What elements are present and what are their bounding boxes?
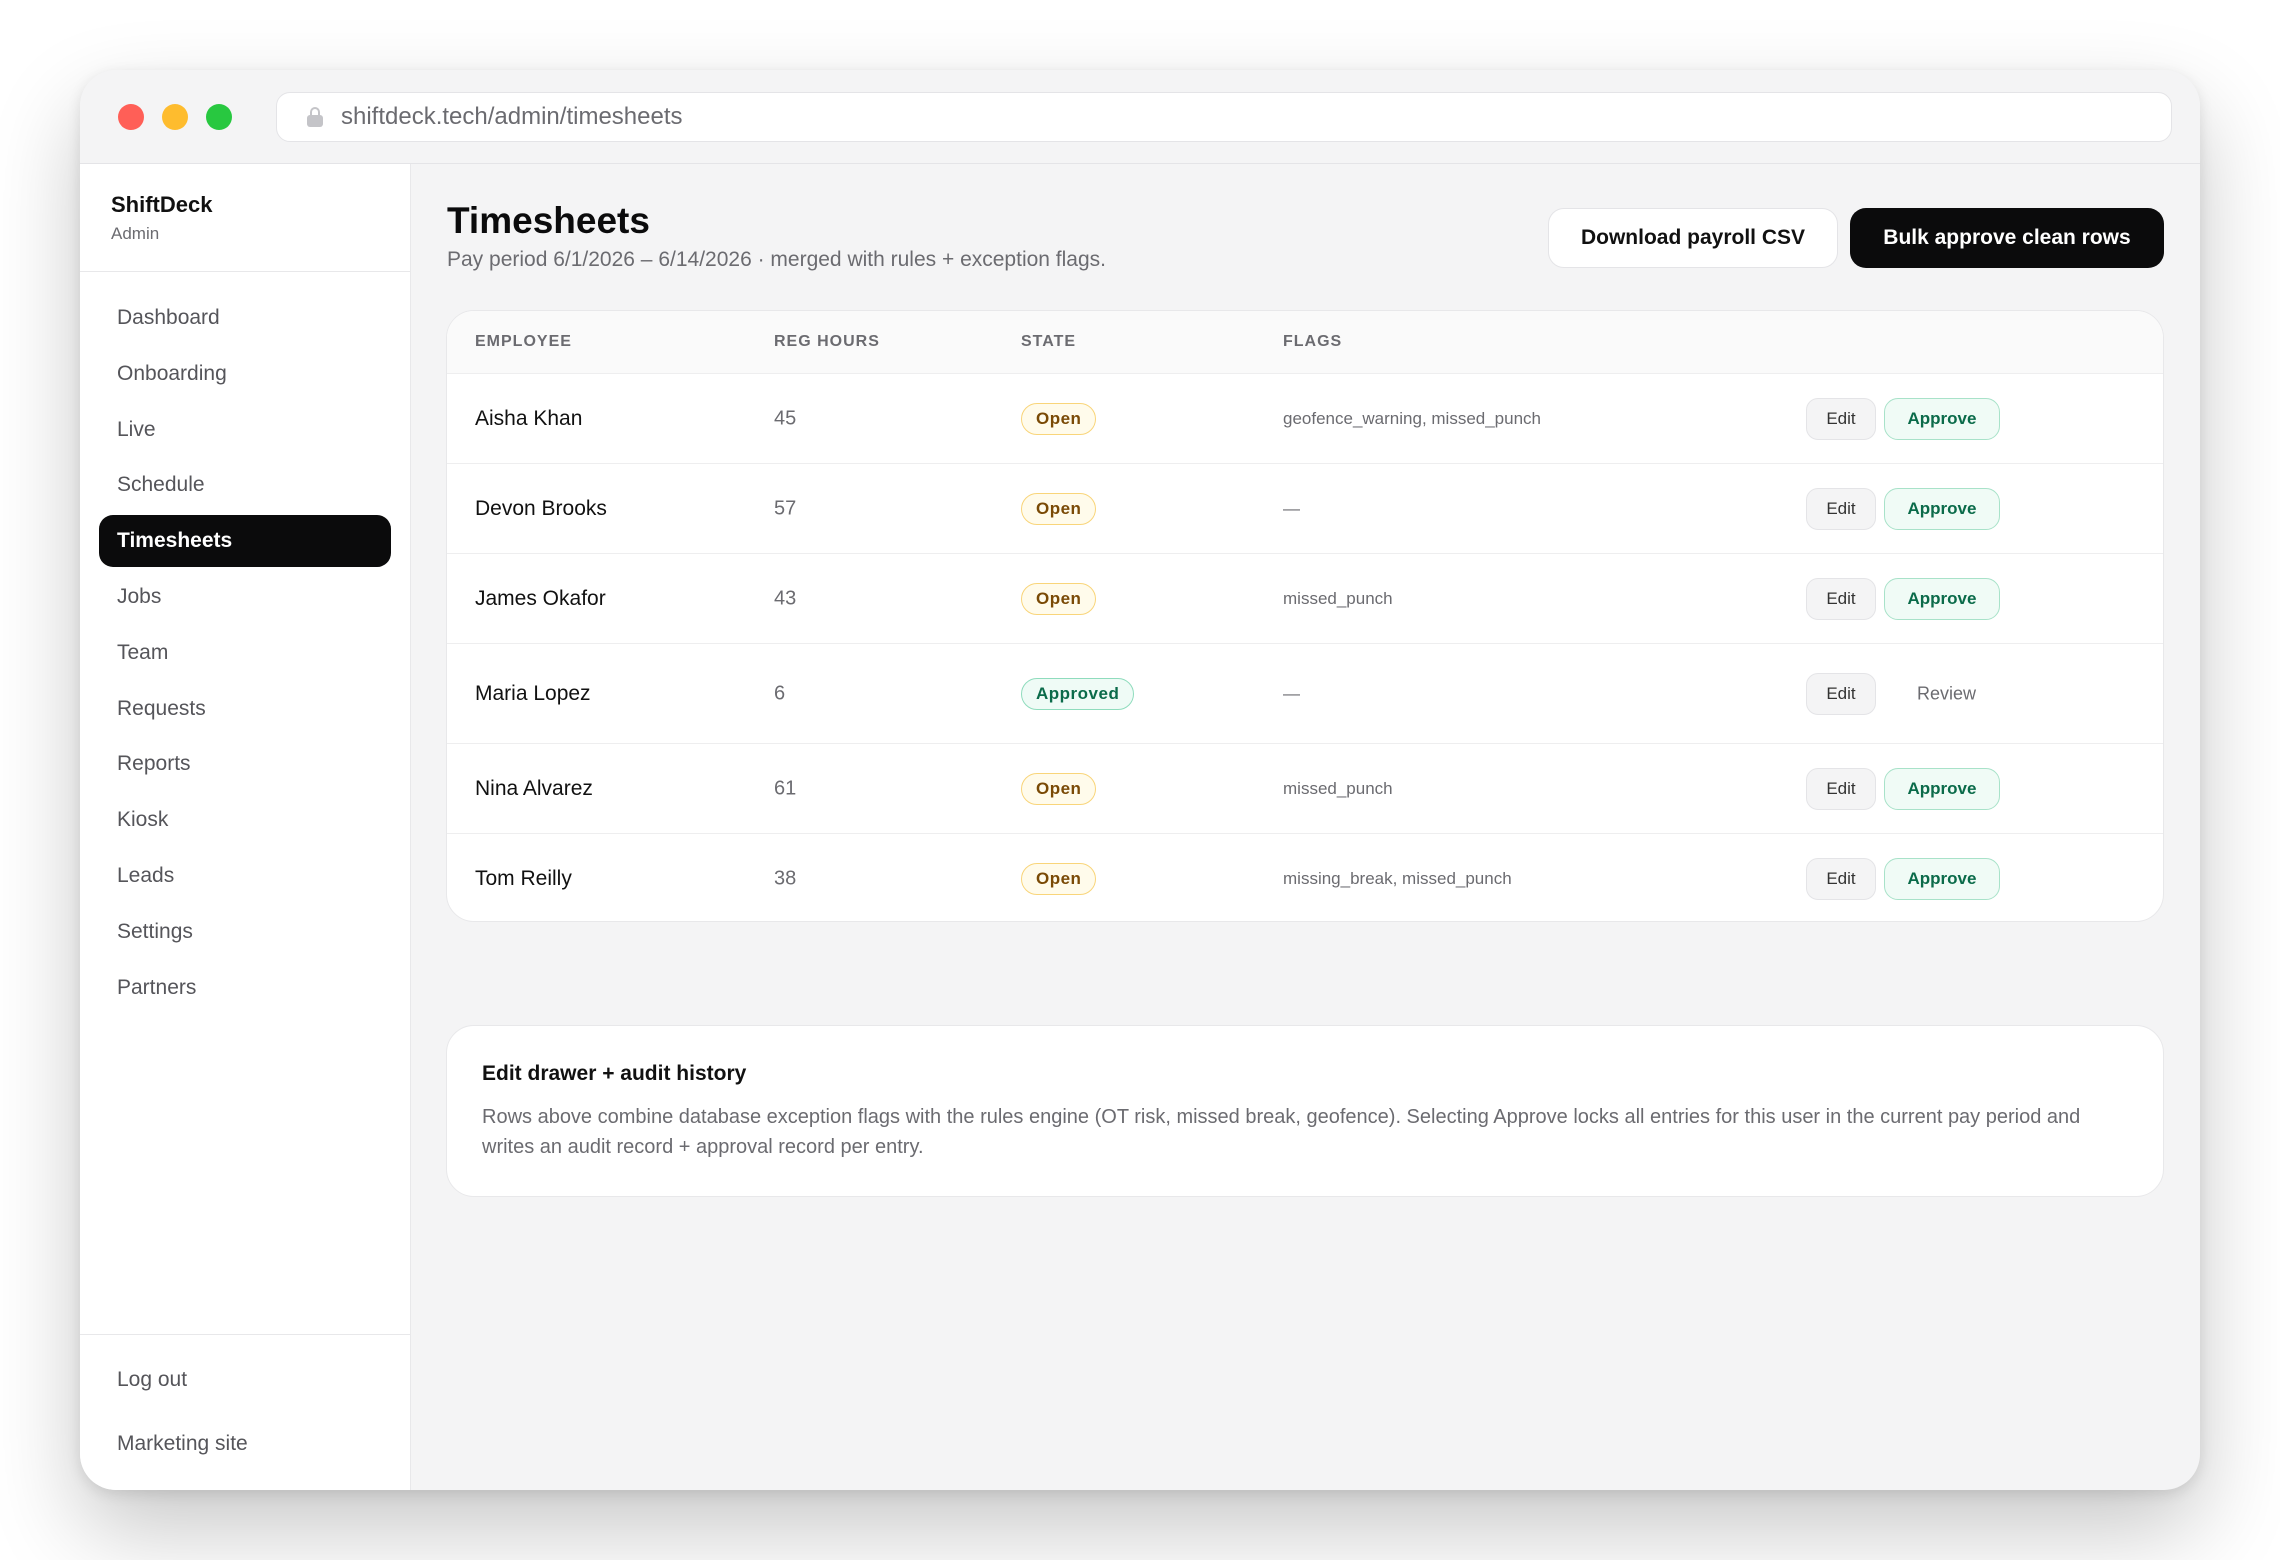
sidebar-item-settings[interactable]: Settings <box>99 906 391 958</box>
edit-button[interactable]: Edit <box>1806 672 1876 715</box>
reg-hours: 43 <box>774 587 797 609</box>
sidebar-item-partners[interactable]: Partners <box>99 962 391 1014</box>
review-link[interactable]: Review <box>1917 683 1976 704</box>
browser-titlebar: shiftdeck.tech/admin/timesheets <box>80 70 2200 164</box>
download-payroll-csv-button[interactable]: Download payroll CSV <box>1548 208 1838 268</box>
sidebar-item-onboarding[interactable]: Onboarding <box>99 348 391 400</box>
approve-button[interactable]: Approve <box>1884 767 2000 810</box>
brand-name: ShiftDeck <box>111 192 213 217</box>
flags-text: missed_punch <box>1283 778 1393 798</box>
sidebar-item-reports[interactable]: Reports <box>99 738 391 790</box>
sidebar-item-schedule[interactable]: Schedule <box>99 459 391 511</box>
table-row: Devon Brooks 57 Open — Edit Approve <box>447 463 2163 553</box>
sidebar-item-team[interactable]: Team <box>99 627 391 679</box>
edit-button[interactable]: Edit <box>1806 857 1876 900</box>
page-title: Timesheets <box>447 200 650 241</box>
employee-name: Devon Brooks <box>475 496 607 520</box>
sidebar-item-leads[interactable]: Leads <box>99 850 391 902</box>
reg-hours: 38 <box>774 867 797 889</box>
employee-name: James Okafor <box>475 586 606 610</box>
employee-name: Maria Lopez <box>475 681 591 705</box>
maximize-window-button[interactable] <box>206 104 232 130</box>
table-row: Tom Reilly 38 Open missing_break, missed… <box>447 833 2163 921</box>
column-header-state[interactable]: STATE <box>1021 333 1076 351</box>
reg-hours: 6 <box>774 682 786 704</box>
brand: ShiftDeck Admin <box>111 192 212 244</box>
lock-icon <box>307 107 323 127</box>
status-badge: Open <box>1021 492 1097 525</box>
flags-text: — <box>1283 683 1300 703</box>
status-badge: Open <box>1021 402 1097 435</box>
divider <box>80 1334 411 1335</box>
minimize-window-button[interactable] <box>162 104 188 130</box>
table-row: James Okafor 43 Open missed_punch Edit A… <box>447 553 2163 643</box>
employee-name: Nina Alvarez <box>475 776 593 800</box>
state-cell: Approved <box>1021 677 1135 710</box>
reg-hours: 45 <box>774 407 797 429</box>
state-cell: Open <box>1021 402 1097 435</box>
table-row: Nina Alvarez 61 Open missed_punch Edit A… <box>447 743 2163 833</box>
sidebar-nav: Dashboard Onboarding Live Schedule Times… <box>99 292 391 1017</box>
approve-button[interactable]: Approve <box>1884 487 2000 530</box>
browser-window: shiftdeck.tech/admin/timesheets ShiftDec… <box>80 70 2200 1490</box>
state-cell: Open <box>1021 582 1097 615</box>
employee-name: Aisha Khan <box>475 406 583 430</box>
info-card-body: Rows above combine database exception fl… <box>482 1106 2081 1158</box>
url-text[interactable]: shiftdeck.tech/admin/timesheets <box>341 103 683 131</box>
info-card-title: Edit drawer + audit history <box>482 1062 747 1085</box>
status-badge: Approved <box>1021 677 1135 710</box>
column-header-reg-hours[interactable]: REG HOURS <box>774 333 880 351</box>
edit-button[interactable]: Edit <box>1806 397 1876 440</box>
close-window-button[interactable] <box>118 104 144 130</box>
edit-button[interactable]: Edit <box>1806 577 1876 620</box>
approve-button[interactable]: Approve <box>1884 577 2000 620</box>
sidebar-item-live[interactable]: Live <box>99 404 391 456</box>
divider <box>80 271 411 272</box>
status-badge: Open <box>1021 862 1097 895</box>
employee-name: Tom Reilly <box>475 866 572 890</box>
flags-text: — <box>1283 498 1300 518</box>
column-header-flags[interactable]: FLAGS <box>1283 333 1342 351</box>
audit-info-card: Edit drawer + audit history Rows above c… <box>446 1025 2164 1197</box>
status-badge: Open <box>1021 772 1097 805</box>
table-row: Aisha Khan 45 Open geofence_warning, mis… <box>447 373 2163 463</box>
status-badge: Open <box>1021 582 1097 615</box>
sidebar-item-requests[interactable]: Requests <box>99 683 391 735</box>
main-content: Timesheets Pay period 6/1/2026 – 6/14/20… <box>411 164 2200 1490</box>
flags-text: missing_break, missed_punch <box>1283 868 1512 888</box>
reg-hours: 61 <box>774 777 797 799</box>
timesheets-table: EMPLOYEE REG HOURS STATE FLAGS Aisha Kha… <box>446 310 2164 922</box>
state-cell: Open <box>1021 862 1097 895</box>
brand-subtitle: Admin <box>111 224 160 243</box>
column-header-employee[interactable]: EMPLOYEE <box>475 333 572 351</box>
sidebar-item-timesheets[interactable]: Timesheets <box>99 515 391 568</box>
approve-button[interactable]: Approve <box>1884 397 2000 440</box>
table-row: Maria Lopez 6 Approved — Edit Review <box>447 643 2163 743</box>
logout-link[interactable]: Log out <box>117 1368 187 1392</box>
page-subtitle: Pay period 6/1/2026 – 6/14/2026 · merged… <box>447 248 1106 271</box>
sidebar-item-jobs[interactable]: Jobs <box>99 571 391 623</box>
edit-button[interactable]: Edit <box>1806 767 1876 810</box>
sidebar: ShiftDeck Admin Dashboard Onboarding Liv… <box>80 164 411 1490</box>
state-cell: Open <box>1021 772 1097 805</box>
reg-hours: 57 <box>774 497 797 519</box>
approve-button[interactable]: Approve <box>1884 857 2000 900</box>
address-bar[interactable]: shiftdeck.tech/admin/timesheets <box>276 92 2172 142</box>
bulk-approve-button[interactable]: Bulk approve clean rows <box>1850 208 2164 268</box>
flags-text: geofence_warning, missed_punch <box>1283 408 1542 428</box>
flags-text: missed_punch <box>1283 588 1393 608</box>
sidebar-item-dashboard[interactable]: Dashboard <box>99 292 391 344</box>
marketing-site-link[interactable]: Marketing site <box>117 1432 248 1456</box>
sidebar-item-kiosk[interactable]: Kiosk <box>99 794 391 846</box>
table-header: EMPLOYEE REG HOURS STATE FLAGS <box>447 311 2163 373</box>
state-cell: Open <box>1021 492 1097 525</box>
edit-button[interactable]: Edit <box>1806 487 1876 530</box>
